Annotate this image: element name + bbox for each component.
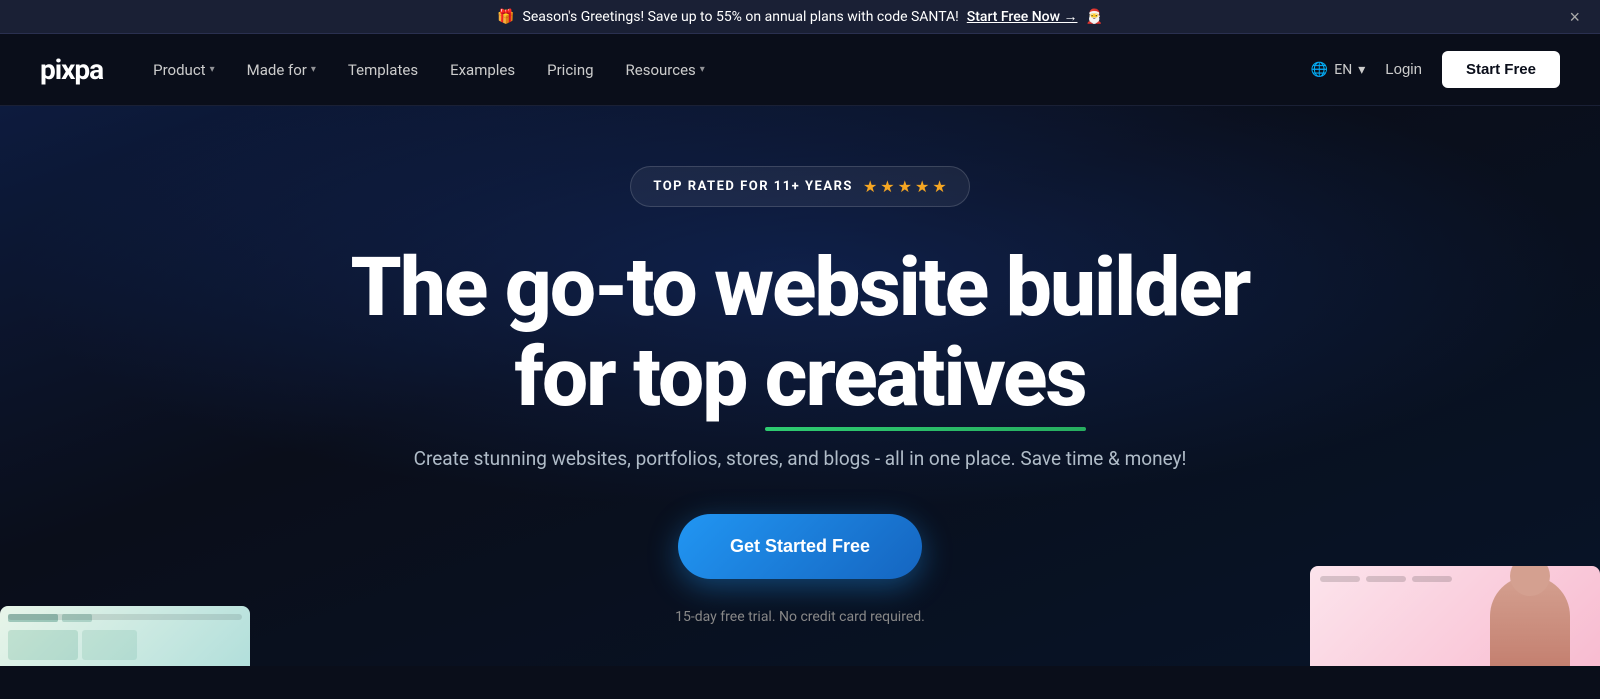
hero-section: TOP RATED FOR 11+ YEARS ★ ★ ★ ★ ★ The go…: [0, 106, 1600, 666]
nav-templates-label: Templates: [348, 61, 418, 79]
nav-item-made-for[interactable]: Made for ▾: [247, 61, 316, 79]
get-started-button[interactable]: Get Started Free: [678, 514, 922, 579]
chevron-down-icon: ▾: [700, 64, 705, 75]
lang-label: EN: [1334, 62, 1352, 78]
hero-title: The go-to website builder for top creati…: [20, 243, 1580, 423]
close-button[interactable]: ×: [1569, 8, 1580, 26]
trial-text: 15-day free trial. No credit card requir…: [675, 609, 925, 625]
logo[interactable]: pixpa: [40, 53, 103, 86]
star-4: ★: [915, 177, 929, 196]
top-rated-badge: TOP RATED FOR 11+ YEARS ★ ★ ★ ★ ★: [630, 166, 969, 207]
badge-text: TOP RATED FOR 11+ YEARS: [653, 179, 853, 194]
nav-links: Product ▾ Made for ▾ Templates Examples …: [153, 61, 1311, 79]
login-button[interactable]: Login: [1385, 61, 1422, 78]
hero-title-keyword: creatives: [765, 333, 1086, 423]
star-1: ★: [863, 177, 877, 196]
nav-item-product[interactable]: Product ▾: [153, 61, 214, 79]
star-2: ★: [880, 177, 894, 196]
hero-title-line1: The go-to website builder: [351, 240, 1250, 336]
globe-icon: 🌐: [1311, 62, 1328, 78]
nav-right: 🌐 EN ▾ Login Start Free: [1311, 51, 1560, 88]
nav-resources-label: Resources: [626, 61, 696, 79]
nav-pricing-label: Pricing: [547, 61, 593, 79]
chevron-down-icon: ▾: [311, 64, 316, 75]
nav-item-pricing[interactable]: Pricing: [547, 61, 593, 79]
chevron-down-icon: ▾: [210, 64, 215, 75]
star-5: ★: [932, 177, 946, 196]
santa-icon: 🎅: [1085, 9, 1102, 25]
nav-examples-label: Examples: [450, 61, 515, 79]
gift-icon: 🎁: [497, 9, 514, 25]
nav-item-examples[interactable]: Examples: [450, 61, 515, 79]
navbar: pixpa Product ▾ Made for ▾ Templates Exa…: [0, 34, 1600, 106]
nav-item-templates[interactable]: Templates: [348, 61, 418, 79]
hero-title-line2-prefix: for top: [514, 330, 764, 426]
star-rating: ★ ★ ★ ★ ★: [863, 177, 947, 196]
announcement-text: Season's Greetings! Save up to 55% on an…: [523, 9, 959, 25]
nav-made-for-label: Made for: [247, 61, 307, 79]
start-free-button[interactable]: Start Free: [1442, 51, 1560, 88]
hero-subtitle: Create stunning websites, portfolios, st…: [20, 447, 1580, 470]
announcement-cta[interactable]: Start Free Now →: [967, 8, 1078, 25]
chevron-down-icon: ▾: [1358, 62, 1365, 78]
nav-product-label: Product: [153, 61, 205, 79]
announcement-bar: 🎁 Season's Greetings! Save up to 55% on …: [0, 0, 1600, 34]
language-selector[interactable]: 🌐 EN ▾: [1311, 62, 1365, 78]
star-3: ★: [898, 177, 912, 196]
nav-item-resources[interactable]: Resources ▾: [626, 61, 705, 79]
